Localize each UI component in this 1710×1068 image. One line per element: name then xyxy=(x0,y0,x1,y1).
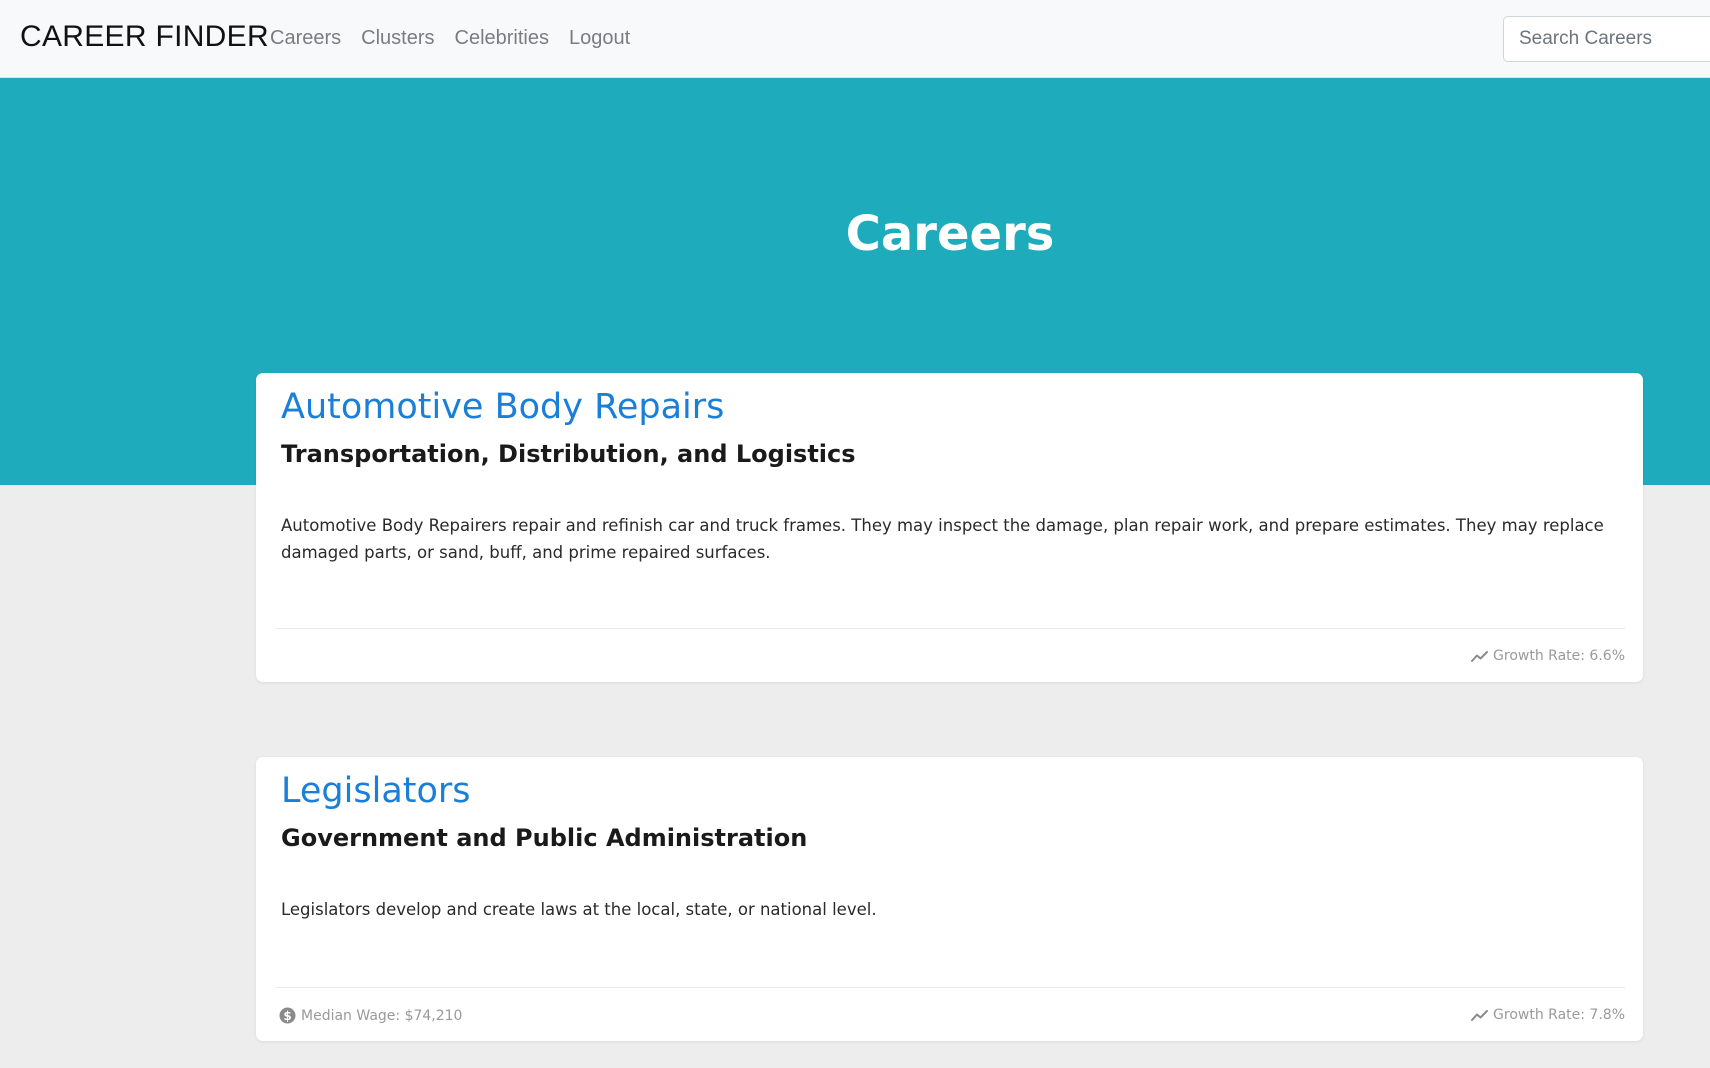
growth-rate: Growth Rate: 6.6% xyxy=(1471,648,1625,664)
navbar: CAREER FINDER Careers Clusters Celebriti… xyxy=(0,0,1710,78)
card-divider xyxy=(276,987,1625,988)
trending-up-icon xyxy=(1471,1009,1489,1021)
svg-text:$: $ xyxy=(283,1009,291,1023)
career-description: Automotive Body Repairers repair and ref… xyxy=(281,516,1604,562)
career-description: Legislators develop and create laws at t… xyxy=(281,900,877,919)
search-input[interactable] xyxy=(1503,16,1710,62)
dollar-circle-icon: $ xyxy=(279,1007,296,1024)
career-cluster: Transportation, Distribution, and Logist… xyxy=(281,440,856,468)
career-card: Automotive Body Repairs Transportation, … xyxy=(256,373,1643,682)
median-wage-text: Median Wage: $74,210 xyxy=(301,1007,463,1024)
median-wage: $ Median Wage: $74,210 xyxy=(279,1007,462,1024)
growth-rate: Growth Rate: 7.8% xyxy=(1471,1007,1625,1023)
page-title: Careers xyxy=(845,206,1055,262)
brand-logo[interactable]: CAREER FINDER xyxy=(20,20,269,54)
nav-link-clusters[interactable]: Clusters xyxy=(361,27,434,50)
trending-up-icon xyxy=(1471,650,1489,662)
nav-links: Careers Clusters Celebrities Logout xyxy=(270,27,650,50)
card-divider xyxy=(276,628,1625,629)
growth-rate-text: Growth Rate: 6.6% xyxy=(1493,648,1625,664)
growth-rate-text: Growth Rate: 7.8% xyxy=(1493,1007,1625,1023)
career-title-link[interactable]: Legislators xyxy=(281,771,471,811)
career-card: Legislators Government and Public Admini… xyxy=(256,757,1643,1041)
nav-link-celebrities[interactable]: Celebrities xyxy=(455,27,549,50)
nav-link-logout[interactable]: Logout xyxy=(569,27,630,50)
career-cluster: Government and Public Administration xyxy=(281,824,808,852)
career-title-link[interactable]: Automotive Body Repairs xyxy=(281,387,724,427)
nav-link-careers[interactable]: Careers xyxy=(270,27,341,50)
